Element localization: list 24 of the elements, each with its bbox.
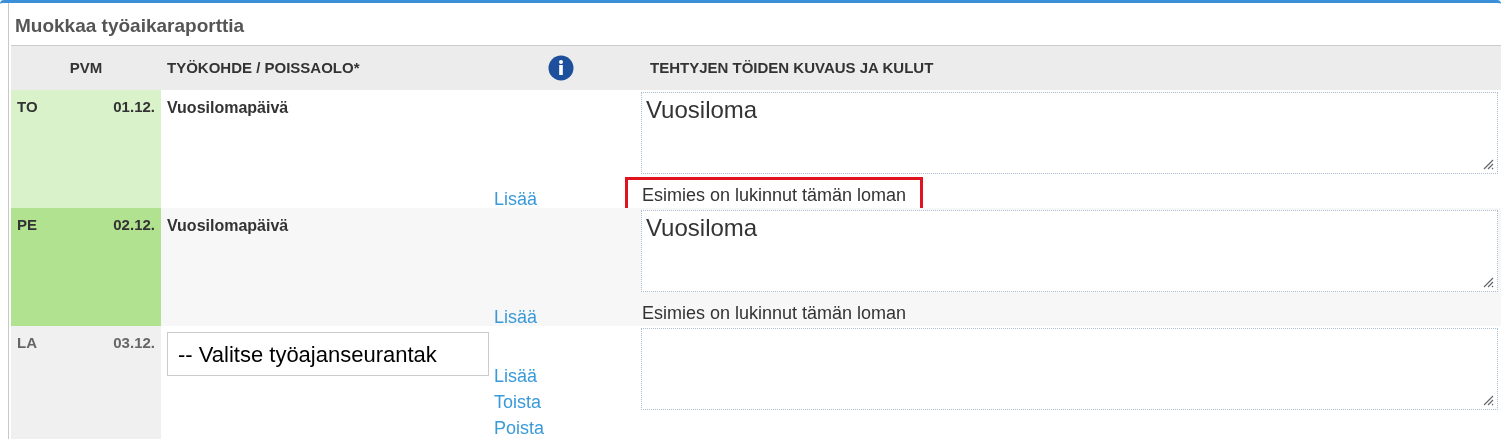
description-field[interactable] — [641, 328, 1498, 410]
date-label: 02.12. — [113, 215, 155, 235]
absence-type: Vuosilomapäivä — [167, 99, 289, 116]
dialog-title: Muokkaa työaikaraporttia — [14, 14, 246, 38]
column-header: TYÖKOHDE / POISSAOLO* — [166, 57, 361, 78]
action-link[interactable]: Lisää — [494, 363, 641, 389]
weekday-label: PE — [17, 215, 37, 235]
absence-type: Vuosilomapäivä — [167, 217, 289, 234]
description-field[interactable]: Vuosiloma — [641, 210, 1498, 292]
date-label: 03.12. — [113, 333, 155, 353]
date-label: 01.12. — [113, 97, 155, 117]
resize-grip-icon[interactable] — [1482, 158, 1494, 170]
resize-grip-icon[interactable] — [1482, 276, 1494, 288]
resize-grip-icon[interactable] — [1482, 394, 1494, 406]
weekday-label: LA — [17, 333, 37, 353]
info-icon[interactable] — [548, 55, 574, 81]
work-target-select[interactable]: -- Valitse työajanseurantak — [167, 332, 489, 376]
column-header: TEHTYJEN TÖIDEN KUVAUS JA KULUT — [649, 57, 935, 78]
description-field[interactable]: Vuosiloma — [641, 92, 1498, 174]
action-link[interactable]: Toista — [494, 389, 641, 415]
action-link[interactable]: Poista — [494, 415, 641, 439]
lock-notice: Esimies on lukinnut tämän loman — [641, 302, 908, 325]
weekday-label: TO — [17, 97, 38, 117]
column-header: PVM — [69, 57, 103, 78]
